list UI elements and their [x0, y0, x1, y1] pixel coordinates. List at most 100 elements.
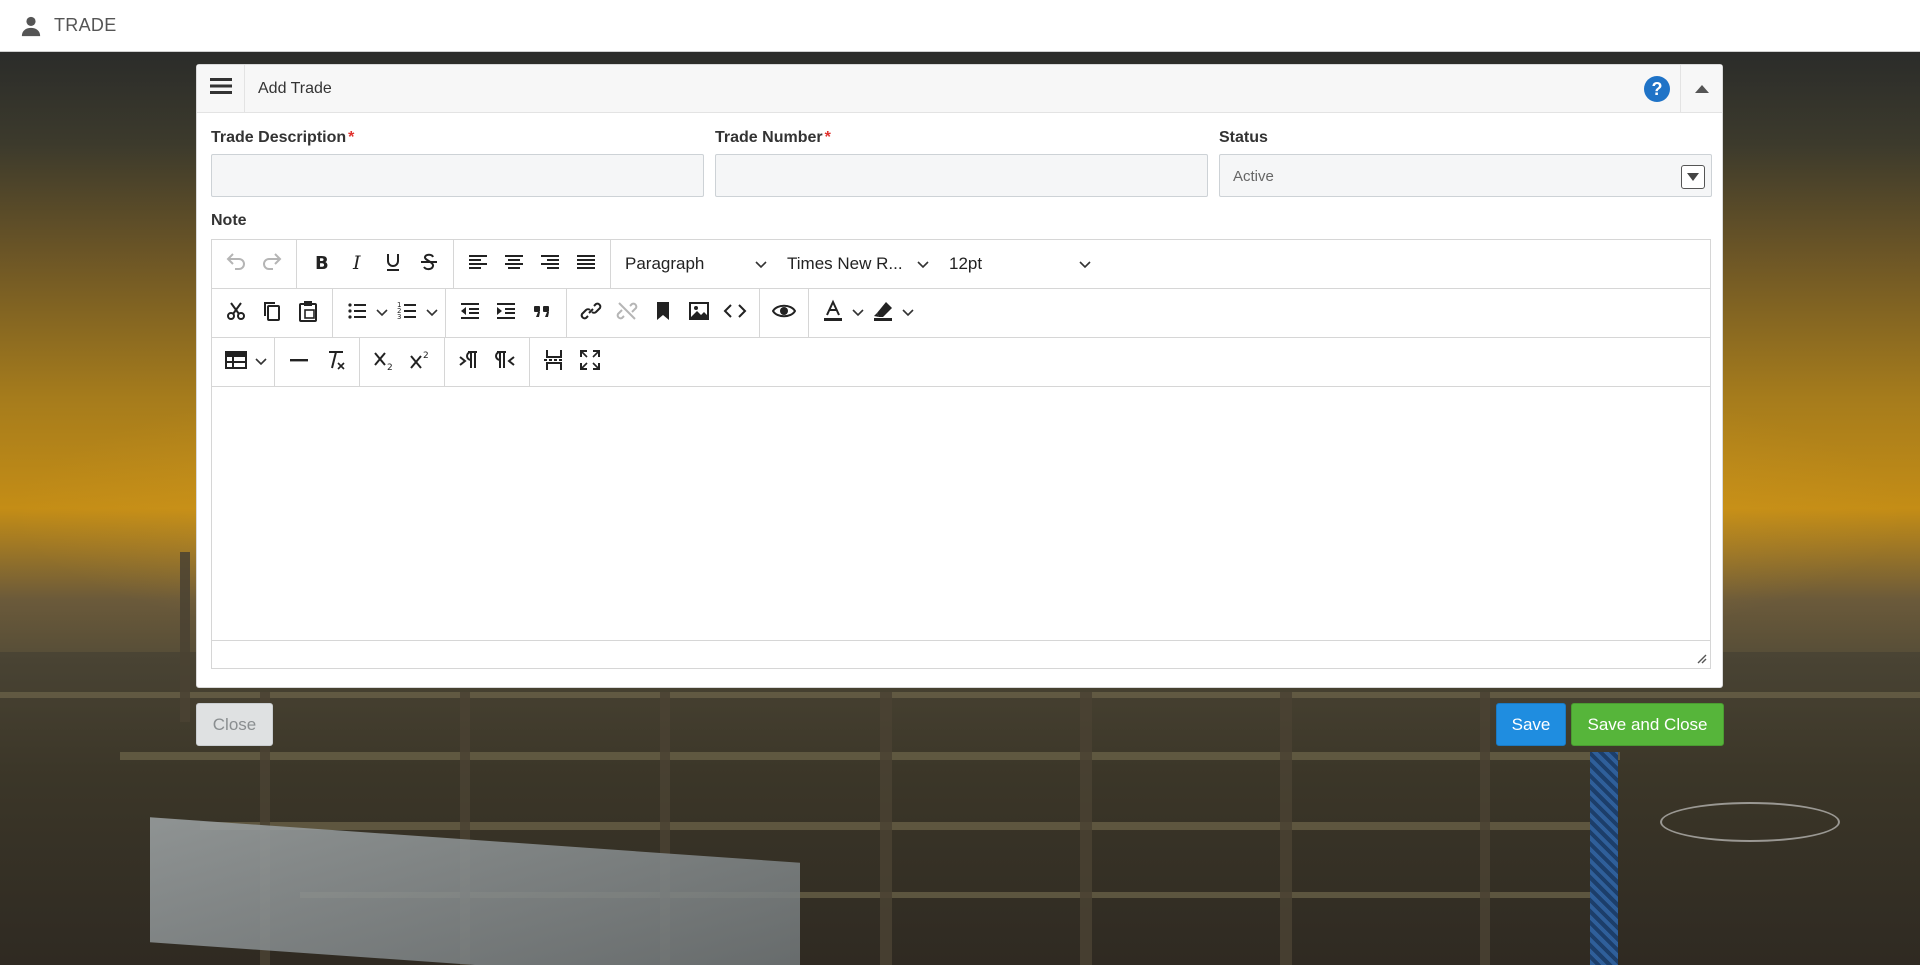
paste-button[interactable]	[290, 296, 326, 330]
align-right-button[interactable]	[532, 247, 568, 281]
align-center-icon	[502, 250, 526, 279]
note-content-area[interactable]	[212, 387, 1710, 641]
page-break-button[interactable]	[536, 345, 572, 379]
bold-button[interactable]: B	[303, 247, 339, 281]
link-button[interactable]	[573, 296, 609, 330]
rtl-button[interactable]	[487, 345, 523, 379]
app-title: TRADE	[54, 15, 117, 35]
link-icon	[579, 299, 603, 328]
underline-button[interactable]	[375, 247, 411, 281]
bookmark-button[interactable]	[645, 296, 681, 330]
preview-button[interactable]	[766, 296, 802, 330]
save-button[interactable]: Save	[1496, 703, 1566, 746]
close-button[interactable]: Close	[196, 703, 273, 746]
undo-button[interactable]	[218, 247, 254, 281]
note-editor: B I Paragraph Times New R... 12pt 1 2 3 …	[211, 239, 1711, 669]
user-icon	[20, 15, 42, 37]
indent-button[interactable]	[488, 296, 524, 330]
align-center-button[interactable]	[496, 247, 532, 281]
outdent-button[interactable]	[452, 296, 488, 330]
editor-statusbar	[212, 641, 1710, 665]
trade-description-label: Trade Description *	[211, 129, 355, 146]
block-format-select[interactable]: Paragraph	[615, 247, 777, 281]
italic-button[interactable]: I	[339, 247, 375, 281]
fullscreen-button[interactable]	[572, 345, 608, 379]
highlight-color-dropdown[interactable]	[901, 304, 915, 322]
page-break-icon	[542, 348, 566, 377]
chevron-down-icon	[426, 304, 438, 322]
indent-icon	[494, 299, 518, 328]
clear-formatting-icon	[323, 348, 347, 377]
unlink-button[interactable]	[609, 296, 645, 330]
text-color-button[interactable]	[815, 296, 851, 330]
superscript-button[interactable]: 2	[402, 345, 438, 379]
subscript-icon: 2	[372, 348, 396, 377]
trade-description-input[interactable]	[211, 154, 704, 197]
status-group: Status Active	[1219, 129, 1712, 197]
collapse-button[interactable]	[1680, 65, 1722, 112]
underline-icon	[381, 250, 405, 279]
trade-number-input[interactable]	[715, 154, 1208, 197]
chevron-down-icon	[902, 304, 914, 322]
svg-text:2: 2	[423, 351, 429, 361]
text-color-icon	[821, 299, 845, 328]
bullet-list-dropdown[interactable]	[375, 304, 389, 322]
superscript-icon: 2	[408, 348, 432, 377]
panel-header: Add Trade ?	[197, 65, 1722, 113]
font-family-select[interactable]: Times New R...	[777, 247, 939, 281]
ltr-button[interactable]	[451, 345, 487, 379]
clear-formatting-button[interactable]	[317, 345, 353, 379]
font-family-value: Times New R...	[787, 254, 903, 273]
table-button[interactable]	[218, 345, 254, 379]
subscript-button[interactable]: 2	[366, 345, 402, 379]
font-size-select[interactable]: 12pt	[939, 247, 1101, 281]
bullet-list-icon	[345, 299, 369, 328]
chevron-down-icon	[917, 254, 929, 274]
chevron-down-icon	[255, 353, 267, 371]
horizontal-line-button[interactable]	[281, 345, 317, 379]
highlighter-icon	[871, 299, 895, 328]
toolbar-row-1: B I Paragraph Times New R... 12pt	[212, 240, 1710, 289]
horizontal-line-icon	[287, 348, 311, 377]
scissors-icon	[224, 299, 248, 328]
highlight-color-button[interactable]	[865, 296, 901, 330]
text-color-dropdown[interactable]	[851, 304, 865, 322]
bullet-list-button[interactable]	[339, 296, 375, 330]
redo-button[interactable]	[254, 247, 290, 281]
chevron-down-icon[interactable]	[1681, 165, 1705, 189]
copy-button[interactable]	[254, 296, 290, 330]
numbered-list-dropdown[interactable]	[425, 304, 439, 322]
trade-description-group: Trade Description *	[211, 129, 704, 197]
image-button[interactable]	[681, 296, 717, 330]
top-bar: TRADE	[0, 0, 1920, 52]
svg-text:I: I	[352, 252, 361, 274]
help-button[interactable]: ?	[1644, 76, 1670, 102]
italic-icon: I	[345, 250, 369, 279]
note-label: Note	[211, 212, 247, 229]
chevron-down-icon	[376, 304, 388, 322]
save-and-close-button[interactable]: Save and Close	[1571, 703, 1724, 746]
add-trade-panel: Add Trade ? Trade Description * Trade Num…	[196, 64, 1723, 688]
cut-button[interactable]	[218, 296, 254, 330]
toolbar-row-3: 2 2	[212, 338, 1710, 387]
resize-handle-icon[interactable]	[1695, 651, 1707, 664]
chevron-down-icon	[1079, 254, 1091, 274]
panel-menu-button[interactable]	[197, 65, 245, 112]
align-justify-icon	[574, 250, 598, 279]
table-dropdown[interactable]	[254, 353, 268, 371]
source-code-button[interactable]	[717, 296, 753, 330]
fullscreen-icon	[578, 348, 602, 377]
status-select[interactable]: Active	[1219, 154, 1712, 197]
blockquote-button[interactable]	[524, 296, 560, 330]
align-left-button[interactable]	[460, 247, 496, 281]
strikethrough-button[interactable]	[411, 247, 447, 281]
trade-number-group: Trade Number *	[715, 129, 1208, 197]
align-justify-button[interactable]	[568, 247, 604, 281]
image-icon	[687, 299, 711, 328]
numbered-list-button[interactable]: 123	[389, 296, 425, 330]
code-icon	[723, 299, 747, 328]
hamburger-icon	[209, 77, 232, 100]
help-icon: ?	[1651, 78, 1663, 99]
chevron-down-icon	[755, 254, 767, 274]
align-left-icon	[466, 250, 490, 279]
